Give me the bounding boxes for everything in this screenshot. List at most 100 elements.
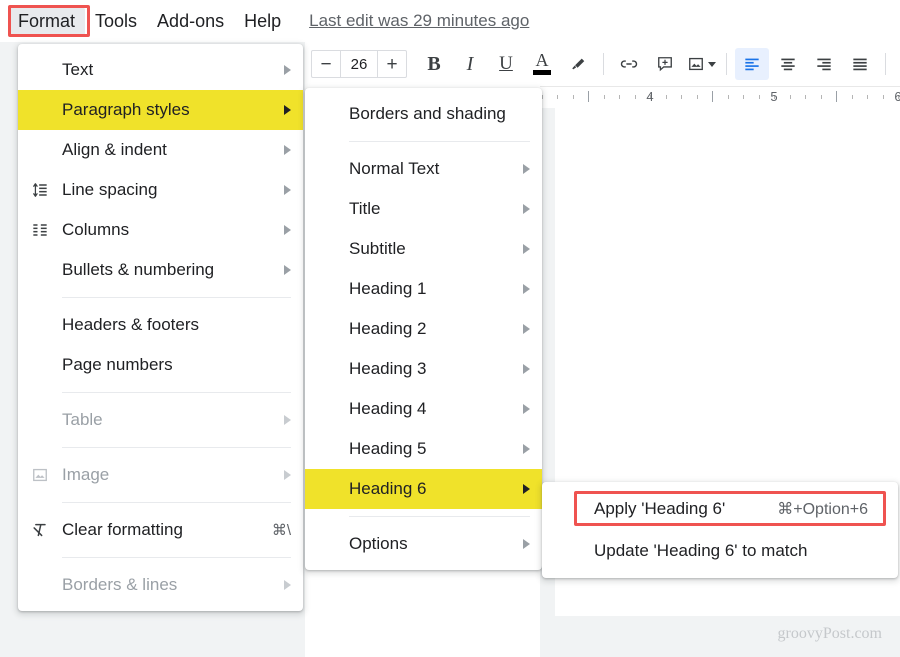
ruler-tick xyxy=(820,95,822,99)
submenu-arrow-icon xyxy=(523,204,530,214)
menu-item-label: Headers & footers xyxy=(62,315,200,334)
menu-item-label: Borders & lines xyxy=(62,575,178,594)
italic-button[interactable]: I xyxy=(453,48,487,80)
ruler-tick xyxy=(789,95,791,99)
submenu-arrow-icon xyxy=(284,105,291,115)
menu-separator xyxy=(349,516,530,517)
format-dropdown-menu: Text Paragraph styles Align & indent Line s… xyxy=(18,44,303,611)
menu-item-label: Heading 2 xyxy=(349,319,427,338)
submenu-arrow-icon xyxy=(284,185,291,195)
font-size-input[interactable]: 26 xyxy=(340,51,378,77)
menu-item-label: Table xyxy=(62,410,103,429)
menu-item-line-spacing[interactable]: Line spacing xyxy=(18,170,303,210)
menu-item-bullets-numbering[interactable]: Bullets & numbering xyxy=(18,250,303,290)
menu-separator xyxy=(62,557,291,558)
menu-item-title[interactable]: Title xyxy=(305,189,542,229)
ruler-tick xyxy=(836,91,837,102)
ruler-tick xyxy=(696,95,698,99)
insert-image-button[interactable] xyxy=(684,48,718,80)
menu-item-update-heading-6-to-match[interactable]: Update 'Heading 6' to match xyxy=(542,530,898,572)
menu-item-label: Title xyxy=(349,199,381,218)
ruler-tick xyxy=(603,95,605,99)
menu-add-ons[interactable]: Add-ons xyxy=(147,7,234,36)
menu-item-label: Image xyxy=(62,465,110,484)
highlight-color-button[interactable] xyxy=(561,48,595,80)
menu-item-subtitle[interactable]: Subtitle xyxy=(305,229,542,269)
bold-button[interactable]: B xyxy=(417,48,451,80)
ruler-tick xyxy=(851,95,853,99)
menu-item-heading-3[interactable]: Heading 3 xyxy=(305,349,542,389)
menu-item-label: Heading 4 xyxy=(349,399,427,418)
menu-item-label: Clear formatting xyxy=(62,520,183,539)
menu-item-paragraph-styles[interactable]: Paragraph styles xyxy=(18,90,303,130)
submenu-arrow-icon xyxy=(284,65,291,75)
horizontal-ruler[interactable]: 4 5 6 xyxy=(540,86,900,108)
submenu-arrow-icon xyxy=(523,164,530,174)
increase-font-size-button[interactable]: + xyxy=(378,51,406,77)
submenu-arrow-icon xyxy=(523,244,530,254)
menu-item-text[interactable]: Text xyxy=(18,50,303,90)
menu-item-heading-5[interactable]: Heading 5 xyxy=(305,429,542,469)
underline-button[interactable]: U xyxy=(489,48,523,80)
submenu-arrow-icon xyxy=(284,580,291,590)
align-right-button[interactable] xyxy=(807,48,841,80)
menu-item-borders-and-shading[interactable]: Borders and shading xyxy=(305,94,542,134)
text-color-button[interactable]: A xyxy=(525,48,559,80)
add-comment-button[interactable] xyxy=(648,48,682,80)
ruler-number: 4 xyxy=(646,89,654,104)
submenu-arrow-icon xyxy=(523,539,530,549)
menu-separator xyxy=(349,141,530,142)
toolbar-divider xyxy=(603,53,604,75)
menu-separator xyxy=(62,502,291,503)
align-left-button[interactable] xyxy=(735,48,769,80)
submenu-arrow-icon xyxy=(523,404,530,414)
decrease-font-size-button[interactable]: − xyxy=(312,51,340,77)
menu-help[interactable]: Help xyxy=(234,7,291,36)
menu-item-label: Heading 6 xyxy=(349,479,427,498)
menu-item-headers-footers[interactable]: Headers & footers xyxy=(18,305,303,345)
menu-item-label: Subtitle xyxy=(349,239,406,258)
ruler-tick xyxy=(681,95,682,99)
align-justify-button[interactable] xyxy=(843,48,877,80)
ruler-tick xyxy=(727,95,729,99)
ruler-tick xyxy=(867,95,868,99)
menu-item-label: Paragraph styles xyxy=(62,100,190,119)
align-left-icon xyxy=(745,58,759,71)
menu-separator xyxy=(62,297,291,298)
menu-item-heading-1[interactable]: Heading 1 xyxy=(305,269,542,309)
menu-item-label: Update 'Heading 6' to match xyxy=(594,541,808,560)
toolbar: − 26 + B I U A xyxy=(305,42,900,86)
menu-item-heading-6[interactable]: Heading 6 xyxy=(305,469,542,509)
align-center-button[interactable] xyxy=(771,48,805,80)
menu-item-page-numbers[interactable]: Page numbers xyxy=(18,345,303,385)
submenu-arrow-icon xyxy=(284,145,291,155)
insert-link-button[interactable] xyxy=(612,48,646,80)
menu-item-heading-2[interactable]: Heading 2 xyxy=(305,309,542,349)
align-right-icon xyxy=(817,58,831,71)
menu-item-label: Page numbers xyxy=(62,355,173,374)
ruler-tick xyxy=(712,91,713,102)
ruler-tick xyxy=(743,95,744,99)
menu-item-clear-formatting[interactable]: Clear formatting ⌘\ xyxy=(18,510,303,550)
toolbar-divider-2 xyxy=(726,53,727,75)
align-center-icon xyxy=(781,58,795,71)
menu-item-options[interactable]: Options xyxy=(305,524,542,564)
menu-item-heading-4[interactable]: Heading 4 xyxy=(305,389,542,429)
menu-item-label: Apply 'Heading 6' xyxy=(594,499,726,518)
menu-item-shortcut: ⌘+Option+6 xyxy=(777,501,868,518)
menu-item-normal-text[interactable]: Normal Text xyxy=(305,149,542,189)
menu-item-align-indent[interactable]: Align & indent xyxy=(18,130,303,170)
insert-image-icon xyxy=(689,57,703,71)
menu-format[interactable]: Format xyxy=(8,6,86,36)
menu-item-label: Line spacing xyxy=(62,180,158,199)
menu-item-apply-heading-6[interactable]: Apply 'Heading 6' ⌘+Option+6 xyxy=(542,488,898,530)
last-edit-link[interactable]: Last edit was 29 minutes ago xyxy=(309,11,529,31)
ruler-tick xyxy=(805,95,806,99)
menu-tools[interactable]: Tools xyxy=(85,7,147,36)
menu-item-label: Heading 5 xyxy=(349,439,427,458)
comment-icon xyxy=(658,57,672,72)
line-spacing-icon xyxy=(18,180,62,200)
font-size-stepper[interactable]: − 26 + xyxy=(311,50,407,78)
menu-item-label: Borders and shading xyxy=(349,104,506,123)
menu-item-columns[interactable]: Columns xyxy=(18,210,303,250)
